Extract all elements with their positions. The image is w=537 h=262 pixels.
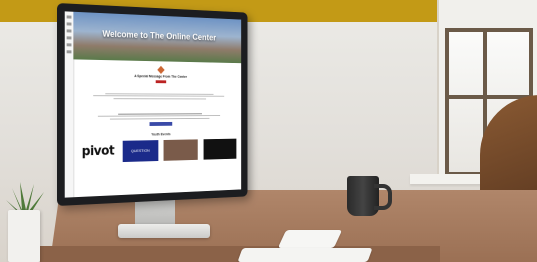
event-question[interactable]: QUESTION xyxy=(122,139,159,162)
office-scene: Welcome to The Online Center A Special M… xyxy=(0,0,537,262)
site-logo-icon xyxy=(157,65,165,74)
mug-handle xyxy=(374,184,392,210)
event-photo[interactable] xyxy=(163,138,198,161)
register-button[interactable] xyxy=(149,121,173,126)
plant-pot xyxy=(8,210,40,262)
trackpad xyxy=(277,230,343,248)
monitor-stand-base xyxy=(118,224,210,238)
event-question-label: QUESTION xyxy=(131,147,150,154)
event-banner[interactable] xyxy=(203,138,237,160)
site-content: A Special Message From The Center Youth … xyxy=(73,59,241,197)
text-section-2 xyxy=(73,109,241,130)
message-heading: A Special Message From The Center xyxy=(134,74,187,79)
event-pivot-label: pivot xyxy=(81,143,115,160)
monitor: Welcome to The Online Center A Special M… xyxy=(57,3,248,206)
site-hero: Welcome to The Online Center xyxy=(73,11,242,64)
monitor-stand xyxy=(135,200,175,226)
monitor-screen: Welcome to The Online Center A Special M… xyxy=(64,11,242,198)
events-row: pivot QUESTION xyxy=(73,136,241,165)
keyboard xyxy=(237,248,373,262)
message-button[interactable] xyxy=(155,80,167,84)
event-pivot[interactable]: pivot xyxy=(79,140,116,162)
text-section xyxy=(73,88,241,103)
hero-title: Welcome to The Online Center xyxy=(102,28,217,43)
